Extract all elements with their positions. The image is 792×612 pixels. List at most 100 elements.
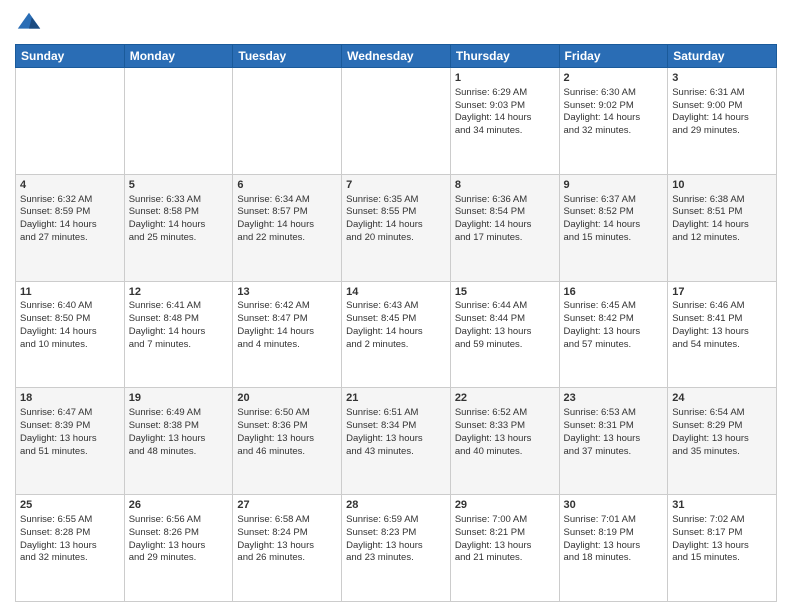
day-number: 18 (20, 391, 120, 406)
day-info-line: Daylight: 13 hours (564, 433, 664, 446)
day-info-line: Sunset: 9:03 PM (455, 100, 555, 113)
day-info-line: and 2 minutes. (346, 339, 446, 352)
calendar-cell (342, 68, 451, 175)
day-info-line: and 15 minutes. (672, 552, 772, 565)
day-info-line: and 46 minutes. (237, 446, 337, 459)
calendar-week-5: 25Sunrise: 6:55 AMSunset: 8:28 PMDayligh… (16, 495, 777, 602)
calendar-body: 1Sunrise: 6:29 AMSunset: 9:03 PMDaylight… (16, 68, 777, 602)
day-info-line: Daylight: 14 hours (20, 219, 120, 232)
calendar-cell: 26Sunrise: 6:56 AMSunset: 8:26 PMDayligh… (124, 495, 233, 602)
day-info-line: Sunrise: 6:44 AM (455, 300, 555, 313)
day-info-line: Sunset: 8:57 PM (237, 206, 337, 219)
day-info-line: and 18 minutes. (564, 552, 664, 565)
weekday-header-friday: Friday (559, 45, 668, 68)
day-number: 19 (129, 391, 229, 406)
day-info-line: Sunrise: 6:52 AM (455, 407, 555, 420)
day-number: 24 (672, 391, 772, 406)
day-info-line: Sunset: 8:38 PM (129, 420, 229, 433)
day-number: 28 (346, 498, 446, 513)
day-number: 14 (346, 285, 446, 300)
day-info-line: Daylight: 14 hours (346, 326, 446, 339)
day-info-line: Sunset: 8:52 PM (564, 206, 664, 219)
day-info-line: Daylight: 14 hours (237, 219, 337, 232)
day-number: 29 (455, 498, 555, 513)
calendar-cell: 7Sunrise: 6:35 AMSunset: 8:55 PMDaylight… (342, 174, 451, 281)
day-info-line: and 10 minutes. (20, 339, 120, 352)
calendar-cell: 13Sunrise: 6:42 AMSunset: 8:47 PMDayligh… (233, 281, 342, 388)
day-info-line: Daylight: 14 hours (564, 112, 664, 125)
day-info-line: Daylight: 14 hours (672, 219, 772, 232)
day-info-line: and 32 minutes. (564, 125, 664, 138)
day-info-line: Sunrise: 6:58 AM (237, 514, 337, 527)
day-info-line: Daylight: 14 hours (129, 326, 229, 339)
weekday-header-sunday: Sunday (16, 45, 125, 68)
day-info-line: and 35 minutes. (672, 446, 772, 459)
day-number: 22 (455, 391, 555, 406)
day-info-line: Daylight: 13 hours (564, 540, 664, 553)
calendar-cell: 19Sunrise: 6:49 AMSunset: 8:38 PMDayligh… (124, 388, 233, 495)
calendar-cell: 23Sunrise: 6:53 AMSunset: 8:31 PMDayligh… (559, 388, 668, 495)
calendar-cell: 28Sunrise: 6:59 AMSunset: 8:23 PMDayligh… (342, 495, 451, 602)
day-number: 1 (455, 71, 555, 86)
calendar-cell: 2Sunrise: 6:30 AMSunset: 9:02 PMDaylight… (559, 68, 668, 175)
day-number: 6 (237, 178, 337, 193)
day-info-line: Sunset: 8:48 PM (129, 313, 229, 326)
calendar-cell: 29Sunrise: 7:00 AMSunset: 8:21 PMDayligh… (450, 495, 559, 602)
day-info-line: Daylight: 14 hours (672, 112, 772, 125)
day-info-line: Sunset: 8:26 PM (129, 527, 229, 540)
day-info-line: Daylight: 13 hours (564, 326, 664, 339)
day-info-line: and 17 minutes. (455, 232, 555, 245)
day-number: 15 (455, 285, 555, 300)
day-info-line: Sunset: 8:23 PM (346, 527, 446, 540)
day-number: 31 (672, 498, 772, 513)
day-info-line: and 25 minutes. (129, 232, 229, 245)
day-info-line: Sunset: 8:29 PM (672, 420, 772, 433)
day-info-line: Sunrise: 6:32 AM (20, 194, 120, 207)
day-info-line: Daylight: 13 hours (455, 540, 555, 553)
day-info-line: Sunset: 8:58 PM (129, 206, 229, 219)
day-info-line: and 21 minutes. (455, 552, 555, 565)
calendar-cell: 9Sunrise: 6:37 AMSunset: 8:52 PMDaylight… (559, 174, 668, 281)
calendar-cell: 15Sunrise: 6:44 AMSunset: 8:44 PMDayligh… (450, 281, 559, 388)
header (15, 10, 777, 38)
calendar-cell: 17Sunrise: 6:46 AMSunset: 8:41 PMDayligh… (668, 281, 777, 388)
day-info-line: Sunset: 8:17 PM (672, 527, 772, 540)
day-info-line: Sunrise: 6:59 AM (346, 514, 446, 527)
calendar-cell: 21Sunrise: 6:51 AMSunset: 8:34 PMDayligh… (342, 388, 451, 495)
day-number: 9 (564, 178, 664, 193)
day-number: 25 (20, 498, 120, 513)
day-number: 7 (346, 178, 446, 193)
day-number: 21 (346, 391, 446, 406)
day-info-line: Daylight: 14 hours (455, 219, 555, 232)
day-info-line: Sunset: 8:59 PM (20, 206, 120, 219)
day-info-line: Sunset: 8:44 PM (455, 313, 555, 326)
weekday-header-thursday: Thursday (450, 45, 559, 68)
calendar-cell (233, 68, 342, 175)
calendar-header: SundayMondayTuesdayWednesdayThursdayFrid… (16, 45, 777, 68)
day-info-line: Sunset: 8:51 PM (672, 206, 772, 219)
day-info-line: and 59 minutes. (455, 339, 555, 352)
day-number: 11 (20, 285, 120, 300)
day-info-line: and 23 minutes. (346, 552, 446, 565)
day-info-line: Sunrise: 6:37 AM (564, 194, 664, 207)
weekday-header-monday: Monday (124, 45, 233, 68)
day-info-line: and 48 minutes. (129, 446, 229, 459)
day-info-line: Sunset: 8:28 PM (20, 527, 120, 540)
day-info-line: Daylight: 13 hours (672, 433, 772, 446)
day-info-line: Sunrise: 6:50 AM (237, 407, 337, 420)
calendar-cell: 12Sunrise: 6:41 AMSunset: 8:48 PMDayligh… (124, 281, 233, 388)
day-info-line: and 29 minutes. (672, 125, 772, 138)
day-info-line: Sunrise: 6:36 AM (455, 194, 555, 207)
calendar-cell: 5Sunrise: 6:33 AMSunset: 8:58 PMDaylight… (124, 174, 233, 281)
day-info-line: Daylight: 14 hours (20, 326, 120, 339)
calendar-cell (124, 68, 233, 175)
day-info-line: and 37 minutes. (564, 446, 664, 459)
logo-icon (15, 10, 43, 38)
calendar-cell: 3Sunrise: 6:31 AMSunset: 9:00 PMDaylight… (668, 68, 777, 175)
day-info-line: Daylight: 14 hours (129, 219, 229, 232)
calendar-cell: 20Sunrise: 6:50 AMSunset: 8:36 PMDayligh… (233, 388, 342, 495)
day-number: 20 (237, 391, 337, 406)
day-info-line: Daylight: 14 hours (237, 326, 337, 339)
day-number: 17 (672, 285, 772, 300)
day-number: 12 (129, 285, 229, 300)
